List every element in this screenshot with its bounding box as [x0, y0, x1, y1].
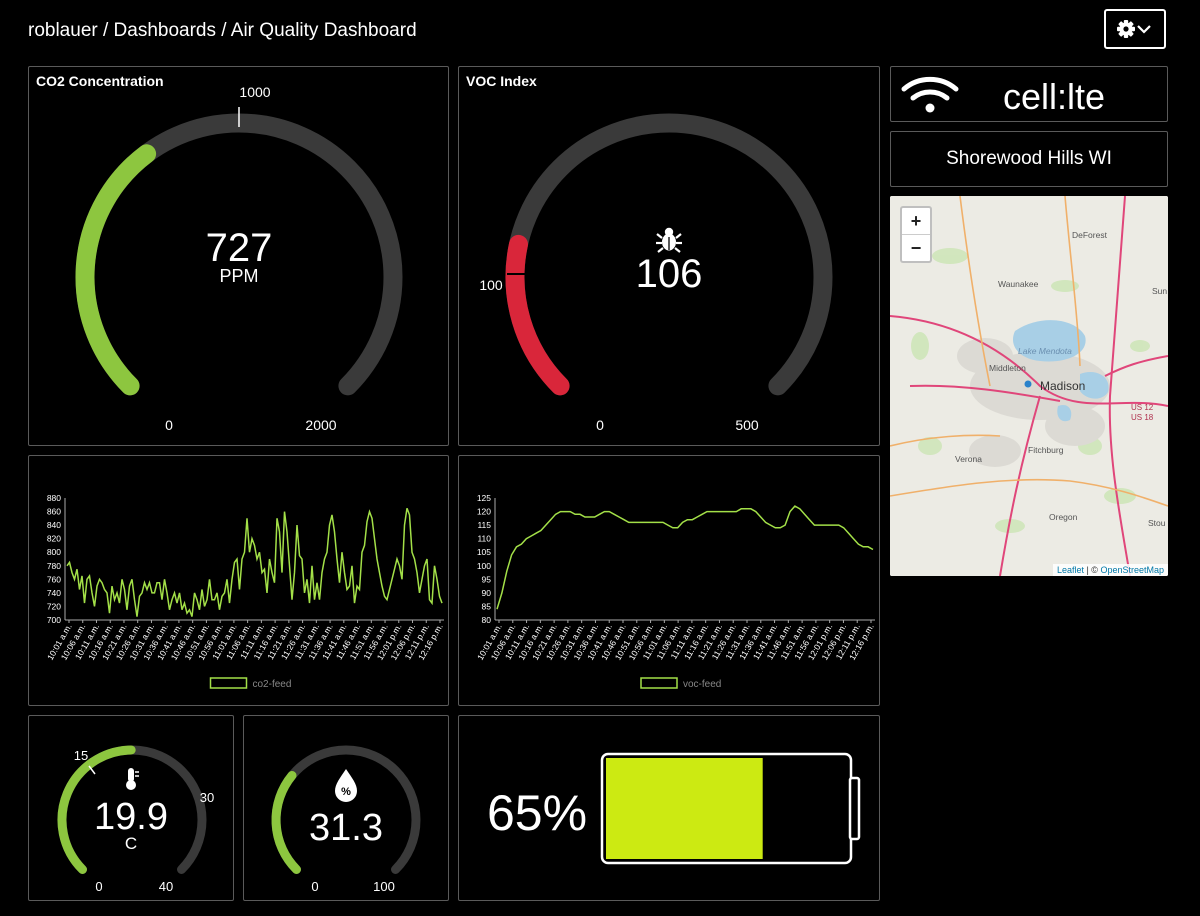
location-map[interactable]: DeForest Sun Waunakee Lake Mendota Middl… [890, 196, 1168, 576]
y-tick-label: 840 [47, 520, 61, 530]
gear-icon [1117, 20, 1151, 38]
legend-label[interactable]: co2-feed [253, 679, 292, 690]
legend-label[interactable]: voc-feed [683, 679, 721, 690]
zoom-out-button[interactable]: − [902, 234, 930, 261]
svg-text:Oregon: Oregon [1049, 512, 1078, 522]
location-label: Shorewood Hills WI [946, 148, 1112, 169]
co2-threshold-label: 1000 [239, 84, 270, 100]
y-tick-label: 110 [477, 534, 491, 544]
co2-chart-panel: 700 720 740 760 780 800 820 840 860 880 10:01 a.m.… [28, 455, 449, 706]
y-tick-label: 125 [477, 493, 491, 503]
y-tick-label: 860 [47, 507, 61, 517]
temperature-max-label: 40 [159, 879, 173, 894]
y-tick-label: 720 [47, 601, 61, 611]
co2-min-label: 0 [165, 417, 173, 433]
temperature-value: 19.9 [94, 796, 168, 838]
map-marker [1024, 380, 1032, 388]
temperature-unit: C [125, 834, 137, 853]
settings-menu-button[interactable] [1104, 9, 1166, 49]
temperature-label-15: 15 [74, 748, 88, 763]
humidity-gauge-panel: % 31.3 0 100 [243, 715, 449, 901]
voc-max-label: 500 [735, 417, 759, 433]
battery-panel: 65% [458, 715, 880, 901]
y-tick-label: 880 [47, 493, 61, 503]
attribution-separator: | © [1083, 565, 1101, 575]
battery-fill [606, 758, 763, 859]
osm-link[interactable]: OpenStreetMap [1100, 565, 1164, 575]
svg-text:US 18: US 18 [1131, 413, 1154, 422]
svg-text:Stou: Stou [1148, 518, 1166, 528]
y-tick-label: 760 [47, 574, 61, 584]
series-line-co2-feed [66, 507, 443, 617]
chevron-down-icon [1137, 25, 1151, 34]
map-zoom-control: + − [900, 206, 932, 263]
voc-gauge-arc [505, 234, 570, 396]
wifi-icon [901, 76, 959, 113]
y-tick-label: 120 [477, 507, 491, 517]
y-tick-label: 85 [482, 601, 492, 611]
humidity-value: 31.3 [309, 807, 383, 849]
leaflet-link[interactable]: Leaflet [1057, 565, 1084, 575]
y-tick-label: 90 [482, 588, 492, 598]
svg-text:Madison: Madison [1040, 379, 1085, 393]
battery-icon [600, 752, 861, 865]
map-attribution: Leaflet | © OpenStreetMap [1052, 564, 1168, 576]
voc-threshold-label: 100 [479, 277, 503, 293]
y-tick-label: 115 [477, 520, 491, 530]
zoom-in-button[interactable]: + [902, 208, 930, 234]
voc-chart-panel: 80 85 90 95 100 105 110 115 120 125 10:01 a.m. 10:0… [458, 455, 880, 706]
co2-gauge-arc [75, 144, 157, 396]
co2-max-label: 2000 [305, 417, 336, 433]
voc-min-label: 0 [596, 417, 604, 433]
y-tick-label: 740 [47, 588, 61, 598]
humidity-min-label: 0 [311, 879, 318, 894]
svg-text:US 12: US 12 [1131, 403, 1154, 412]
humidity-gauge-arc [271, 771, 301, 874]
humidity-max-label: 100 [373, 879, 395, 894]
series-line-voc-feed [496, 505, 874, 610]
voc-value: 106 [636, 252, 703, 296]
voc-line-chart: 8085909510010511011512012510:01 a.m.10:0… [475, 493, 876, 690]
svg-text:Waunakee: Waunakee [998, 279, 1039, 289]
svg-text:Middleton: Middleton [989, 363, 1026, 373]
co2-line-chart: 70072074076078080082084086088010:01 a.m.… [45, 493, 445, 690]
voc-gauge-panel: VOC Index 100 106 0 500 [458, 66, 880, 446]
y-tick-label: 800 [47, 547, 61, 557]
y-tick-label: 95 [482, 574, 492, 584]
svg-text:%: % [341, 786, 351, 798]
svg-text:Lake Mendota: Lake Mendota [1018, 346, 1072, 356]
svg-text:Verona: Verona [955, 454, 982, 464]
y-tick-label: 80 [482, 615, 492, 625]
y-tick-label: 820 [47, 534, 61, 544]
co2-gauge-panel: CO2 Concentration 1000 727 PPM 0 2000 [28, 66, 449, 446]
legend-swatch[interactable] [209, 677, 248, 689]
network-status-panel: cell:lte [890, 66, 1168, 122]
temperature-gauge-panel: 15 30 19.9 C 0 40 [28, 715, 234, 901]
svg-text:Sun: Sun [1152, 286, 1167, 296]
thermometer-icon [126, 768, 139, 790]
droplet-percent-icon: % [335, 769, 357, 802]
y-tick-label: 700 [47, 615, 61, 625]
y-tick-label: 780 [47, 561, 61, 571]
y-tick-label: 105 [477, 547, 491, 557]
location-panel: Shorewood Hills WI [890, 131, 1168, 187]
y-tick-label: 100 [477, 561, 491, 571]
temperature-label-30: 30 [200, 790, 214, 805]
svg-text:DeForest: DeForest [1072, 230, 1108, 240]
temperature-min-label: 0 [95, 879, 102, 894]
network-label: cell:lte [1003, 76, 1106, 117]
bug-icon [656, 227, 682, 253]
co2-value: 727 [206, 226, 273, 270]
breadcrumb: roblauer / Dashboards / Air Quality Dash… [28, 20, 417, 41]
co2-unit: PPM [219, 266, 258, 286]
legend-swatch[interactable] [640, 677, 678, 689]
svg-text:Fitchburg: Fitchburg [1028, 445, 1064, 455]
